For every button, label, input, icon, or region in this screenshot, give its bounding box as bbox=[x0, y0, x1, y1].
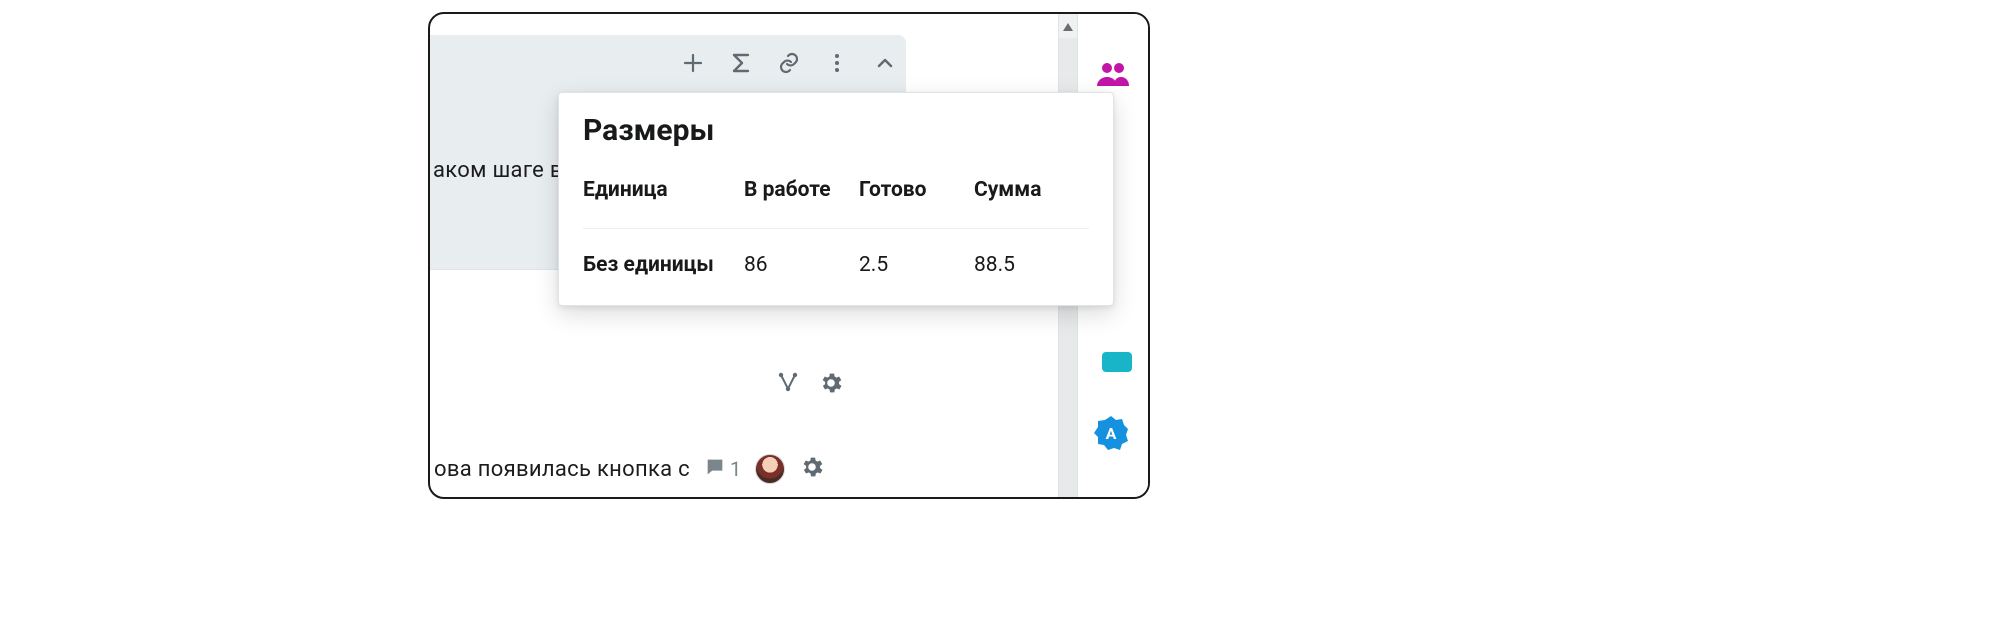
cell-in-progress: 86 bbox=[744, 253, 859, 277]
cell-unit: Без единицы bbox=[583, 253, 744, 277]
sigma-icon bbox=[729, 51, 753, 79]
more-vertical-icon bbox=[825, 51, 849, 79]
chevron-up-icon bbox=[873, 51, 897, 79]
task-row[interactable]: ова появилась кнопка с 1 bbox=[430, 445, 906, 493]
link-button[interactable] bbox=[774, 50, 804, 80]
comment-number: 1 bbox=[730, 457, 741, 481]
badge-letter: A bbox=[1106, 424, 1117, 443]
sum-button[interactable] bbox=[726, 50, 756, 80]
verified-badge[interactable]: A bbox=[1092, 414, 1130, 452]
col-done: Готово bbox=[859, 178, 974, 202]
people-icon bbox=[1096, 61, 1130, 91]
col-total: Сумма bbox=[974, 178, 1089, 202]
branch-icon[interactable] bbox=[776, 371, 800, 399]
card-toolbar bbox=[678, 41, 900, 89]
col-in-progress: В работе bbox=[744, 178, 859, 202]
scroll-up-button[interactable] bbox=[1059, 14, 1077, 38]
col-unit: Единица bbox=[583, 178, 744, 202]
assignees-button[interactable] bbox=[1093, 56, 1133, 96]
card-text-fragment: аком шаге в bbox=[433, 158, 563, 183]
cell-total: 88.5 bbox=[974, 253, 1089, 277]
more-button[interactable] bbox=[822, 50, 852, 80]
collapse-button[interactable] bbox=[870, 50, 900, 80]
gear-icon[interactable] bbox=[818, 370, 844, 400]
color-tag[interactable] bbox=[1102, 352, 1132, 372]
row-actions bbox=[776, 370, 844, 400]
link-icon bbox=[777, 51, 801, 79]
table-row: Без единицы 86 2.5 88.5 bbox=[583, 229, 1089, 277]
sizes-table: Единица В работе Готово Сумма Без единиц… bbox=[583, 178, 1089, 277]
table-header-row: Единица В работе Готово Сумма bbox=[583, 178, 1089, 229]
cell-done: 2.5 bbox=[859, 253, 974, 277]
popover-title: Размеры bbox=[583, 113, 1089, 148]
add-button[interactable] bbox=[678, 50, 708, 80]
gear-icon[interactable] bbox=[799, 454, 825, 484]
task-title-fragment: ова появилась кнопка с bbox=[434, 457, 690, 482]
app-window: аком шаге в ова появилась кнопка с 1 bbox=[428, 12, 1150, 499]
avatar[interactable] bbox=[755, 454, 785, 484]
triangle-up-icon bbox=[1062, 17, 1074, 36]
sizes-popover: Размеры Единица В работе Готово Сумма Бе… bbox=[558, 92, 1114, 306]
comment-icon bbox=[704, 456, 726, 483]
plus-icon bbox=[681, 51, 705, 79]
comment-count[interactable]: 1 bbox=[704, 456, 741, 483]
